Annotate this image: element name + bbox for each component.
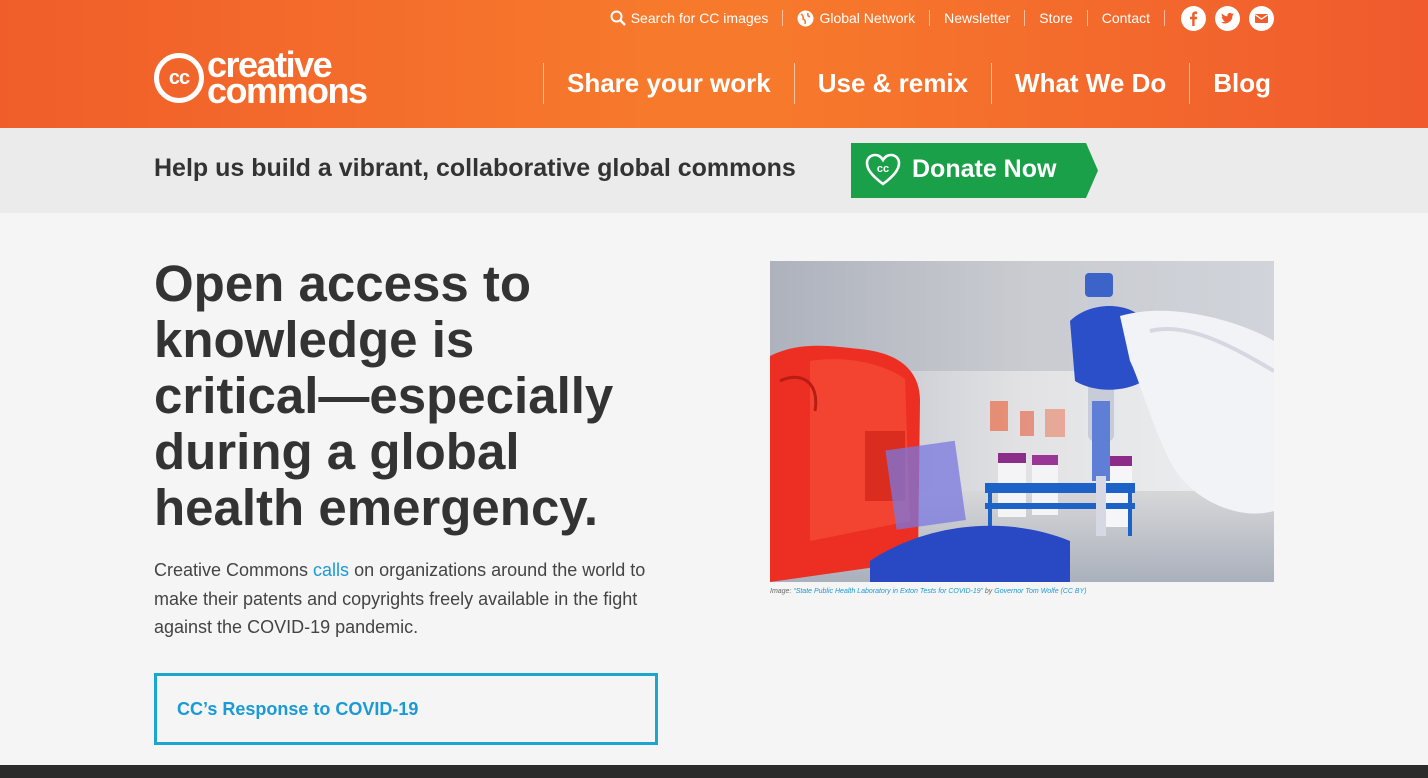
donate-banner: Help us build a vibrant, collaborative g… [0, 128, 1428, 213]
hero-heading-line: during a global [154, 423, 520, 480]
footer-edge [0, 765, 1428, 778]
calls-link[interactable]: calls [313, 560, 349, 580]
nav-share-your-work[interactable]: Share your work [543, 63, 794, 104]
hero-heading-line: Open access to [154, 255, 531, 312]
search-cc-images-label: Search for CC images [630, 10, 769, 26]
caption-prefix: Image: [770, 588, 794, 595]
social-links [1181, 5, 1274, 31]
hero-description: Creative Commons calls on organizations … [154, 556, 654, 642]
globe-icon [797, 10, 814, 26]
global-network-label: Global Network [819, 10, 916, 26]
hero-heading: Open access to knowledge is critical—esp… [154, 256, 674, 536]
donate-now-label: Donate Now [912, 155, 1057, 183]
global-network-link[interactable]: Global Network [783, 10, 931, 26]
contact-link[interactable]: Contact [1088, 10, 1165, 26]
svg-text:cc: cc [877, 163, 889, 175]
utility-nav: Search for CC images Global Network News… [596, 5, 1274, 31]
caption-author-link[interactable]: Governor Tom Wolfe (CC BY) [994, 588, 1086, 595]
cc-logo-mark: cc [154, 53, 204, 103]
photo-caption: Image: “State Public Health Laboratory i… [770, 588, 1087, 595]
newsletter-label: Newsletter [944, 10, 1011, 26]
logo-wordmark: creative commons [207, 47, 368, 111]
hero-text-before: Creative Commons [154, 560, 314, 580]
hero-photo [770, 261, 1274, 582]
nav-blog[interactable]: Blog [1189, 63, 1294, 104]
creative-commons-logo[interactable]: cc creative commons [154, 47, 368, 111]
caption-by: by [982, 588, 995, 595]
covid-response-button[interactable]: CC’s Response to COVID-19 [154, 673, 658, 745]
nav-use-and-remix[interactable]: Use & remix [793, 63, 991, 104]
donate-now-button[interactable]: cc Donate Now [851, 143, 1098, 198]
search-icon [610, 10, 626, 26]
donate-tagline: Help us build a vibrant, collaborative g… [154, 154, 796, 182]
logo-word-commons: commons [207, 70, 368, 111]
mail-icon[interactable] [1249, 5, 1274, 31]
hero-heading-line: critical—especially [154, 367, 614, 424]
main-nav: Share your work Use & remix What We Do B… [543, 63, 1294, 104]
twitter-icon[interactable] [1215, 5, 1240, 31]
cc-heart-icon: cc [865, 153, 901, 186]
contact-label: Contact [1101, 10, 1150, 26]
covid-response-label: CC’s Response to COVID-19 [177, 698, 419, 719]
store-label: Store [1039, 10, 1073, 26]
caption-title-link[interactable]: “State Public Health Laboratory in Exton… [793, 588, 983, 595]
search-cc-images-link[interactable]: Search for CC images [596, 10, 784, 26]
facebook-icon[interactable] [1181, 5, 1206, 31]
newsletter-link[interactable]: Newsletter [930, 10, 1026, 26]
site-header: Search for CC images Global Network News… [0, 0, 1428, 128]
hero-heading-line: health emergency. [154, 479, 599, 536]
nav-what-we-do[interactable]: What We Do [991, 63, 1189, 104]
store-link[interactable]: Store [1025, 10, 1088, 26]
hero-heading-line: knowledge is [154, 311, 475, 368]
